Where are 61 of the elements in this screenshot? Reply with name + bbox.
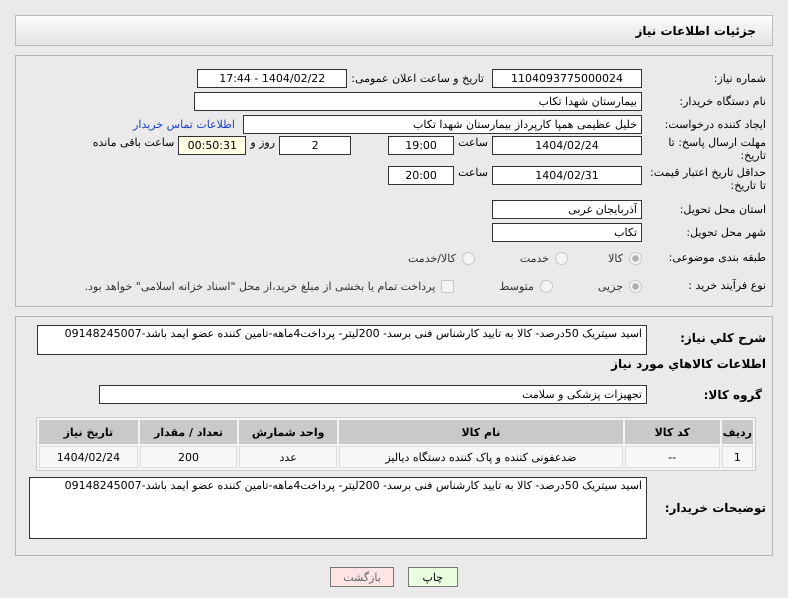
table-cell: 1404/02/24: [39, 446, 138, 468]
validity-time-field: 20:00: [388, 166, 454, 185]
back-button[interactable]: بازگشت: [330, 567, 394, 587]
requester-field: خلیل عظیمی همپا کارپرداز بیمارستان شهدا تکاب: [243, 115, 642, 134]
field-label: ساعت باقی مانده: [92, 136, 174, 149]
days-field: 2: [279, 136, 352, 155]
field-label: گروه کالا:: [702, 387, 763, 402]
table-cell: 200: [140, 446, 238, 468]
deadline-time-field: 19:00: [388, 136, 454, 155]
checkbox[interactable]: [441, 280, 454, 292]
section-title: اطلاعات کالاهاي مورد نياز: [610, 357, 767, 372]
buyer-notes-field: اسید سیتریک 50درصد- کالا به تایید کارشناس فنی برسد- 200لیتر- پرداخت4ماهه-تامین کننده عضو ایمد باشد-09148245007: [29, 477, 647, 539]
table-cell: ضدعفونی کننده و پاک کننده دستگاه دیالیز: [339, 446, 623, 468]
goods-group-field: تجهیزات پزشکی و سلامت: [99, 385, 647, 404]
buyer-org-field: بیمارستان شهدا تکاب: [194, 92, 642, 111]
option-label: خدمت: [520, 252, 550, 264]
column-header: تعداد / مقدار: [140, 420, 238, 444]
field-label: شماره نیاز:: [712, 72, 767, 86]
need-number-field: 1104093775000024: [492, 69, 642, 88]
field-label: توضیحات خریدار:: [664, 500, 767, 516]
column-header: تاریخ نیاز: [39, 420, 138, 444]
field-label: ساعت: [458, 136, 488, 149]
field-label: حداقل تاریخ اعتبار قیمت: تا تاریخ:: [649, 166, 767, 192]
column-header: ردیف: [722, 420, 753, 444]
column-header: کد کالا: [624, 420, 720, 444]
radio-button[interactable]: [555, 252, 568, 264]
field-label: نوع فرآیند خرید :: [687, 279, 767, 293]
print-button[interactable]: چاپ: [408, 567, 458, 587]
field-label: مهلت ارسال پاسخ: تا تاریخ:: [667, 136, 767, 162]
contact-link[interactable]: اطلاعات تماس خریدار: [133, 118, 235, 131]
column-header: نام کالا: [339, 420, 623, 444]
field-label: طبقه بندی موضوعی:: [668, 251, 767, 265]
deadline-date-field: 1404/02/24: [492, 136, 642, 155]
province-field: آذربایجان غربی: [492, 200, 642, 219]
option-label: جزیی: [598, 280, 623, 292]
radio-button[interactable]: [629, 252, 642, 264]
field-label: تاریخ و ساعت اعلان عمومی:: [351, 72, 484, 85]
field-label: ایجاد کننده درخواست:: [664, 118, 767, 132]
page-title: جزئیات اطلاعات نیاز: [635, 24, 756, 38]
field-label: نام دستگاه خریدار:: [678, 94, 767, 108]
table-cell: 1: [722, 446, 753, 468]
remaining-time-field: 00:50:31: [178, 136, 246, 155]
radio-button[interactable]: [540, 280, 553, 292]
city-field: تکاب: [492, 223, 642, 242]
table-cell: --: [624, 446, 720, 468]
announce-date-field: 1404/02/22 - 17:44: [197, 69, 348, 88]
field-label: شهر محل تحویل:: [685, 226, 767, 240]
radio-button[interactable]: [629, 280, 642, 292]
option-label: کالا: [608, 252, 623, 264]
checkbox-label: پرداخت تمام یا بخشی از مبلغ خرید،از محل "اسناد خزانه اسلامی" خواهد بود.: [84, 280, 436, 292]
field-label: روز و: [250, 136, 276, 149]
description-field: اسید سیتریک 50درصد- کالا به تایید کارشناس فنی برسد- 200لیتر- پرداخت4ماهه-تامین کننده عضو ایمد باشد-09148245007: [37, 325, 647, 355]
radio-button[interactable]: [462, 252, 475, 264]
table-cell: عدد: [239, 446, 338, 468]
option-label: کالا/خدمت: [408, 252, 456, 264]
column-header: واحد شمارش: [239, 420, 338, 444]
field-label: ساعت: [458, 166, 488, 179]
field-label: استان محل تحویل:: [678, 202, 767, 216]
validity-date-field: 1404/02/31: [492, 166, 642, 185]
field-label: شرح کلي نياز:: [679, 330, 767, 346]
option-label: متوسط: [499, 280, 534, 292]
